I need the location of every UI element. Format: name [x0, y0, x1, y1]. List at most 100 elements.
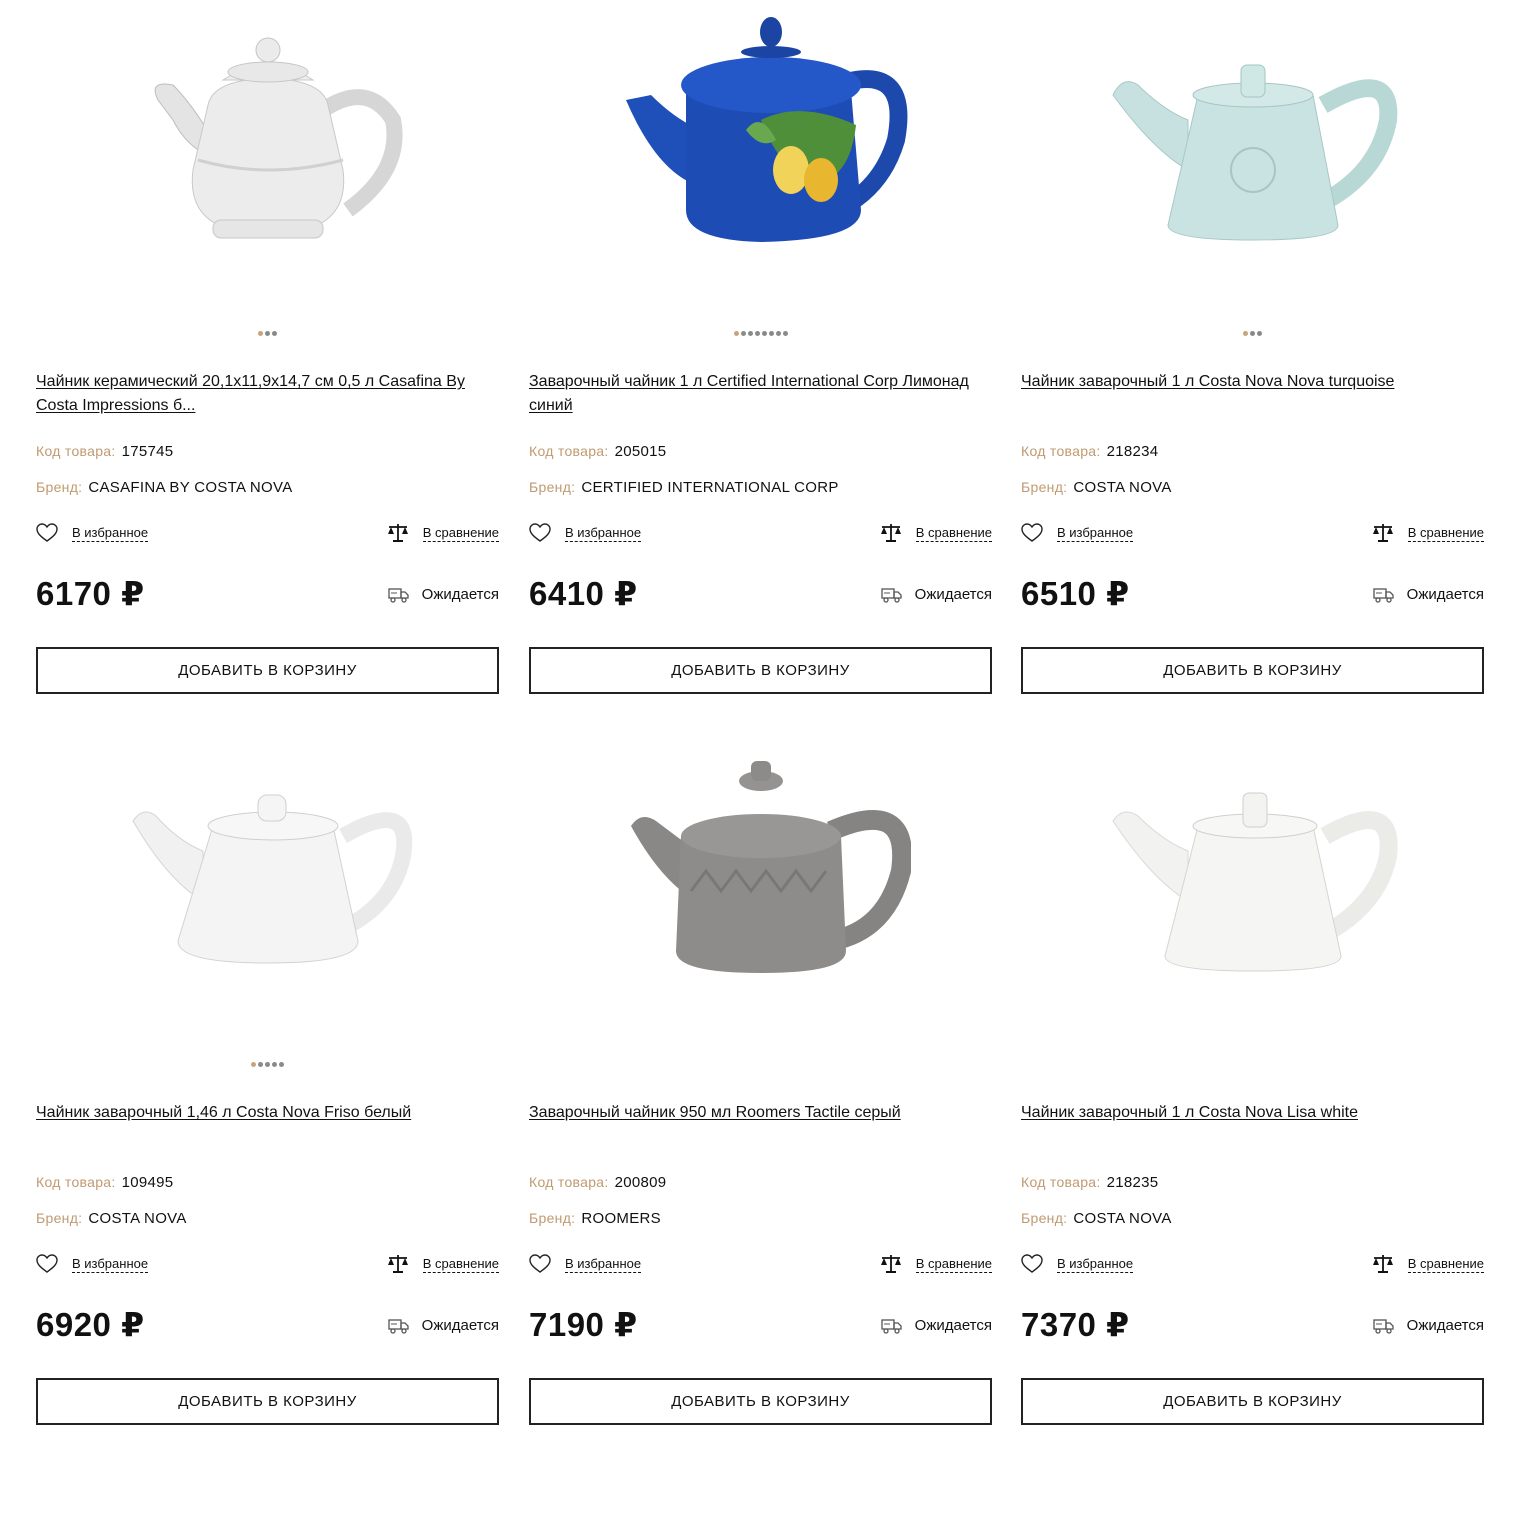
carousel-dot[interactable] — [1243, 331, 1248, 336]
compare-label: В сравнение — [422, 524, 499, 542]
product-code-label: Код товара: — [36, 443, 116, 459]
add-to-compare-button[interactable]: В сравнение — [387, 523, 499, 543]
add-to-compare-button[interactable]: В сравнение — [387, 1254, 499, 1274]
carousel-dot[interactable] — [251, 1062, 256, 1067]
product-brand-row: Бренд: CASAFINA BY COSTA NOVA — [36, 479, 499, 496]
product-code-row: Код товара: 109495 — [36, 1174, 499, 1191]
add-to-compare-button[interactable]: В сравнение — [1372, 1254, 1484, 1274]
product-code-value: 200809 — [614, 1174, 667, 1191]
add-to-cart-button[interactable]: ДОБАВИТЬ В КОРЗИНУ — [36, 1378, 499, 1425]
product-code-row: Код товара: 205015 — [529, 443, 992, 460]
availability-label: Ожидается — [914, 586, 992, 603]
carousel-dot[interactable] — [754, 331, 760, 336]
product-title: Чайник заварочный 1,46 л Costa Nova Fris… — [36, 1101, 499, 1125]
carousel-dot[interactable] — [272, 331, 277, 336]
favorites-label: В избранное — [1057, 1255, 1134, 1273]
compare-label: В сравнение — [915, 1255, 992, 1273]
carousel-dot[interactable] — [265, 331, 270, 336]
image-carousel-dots[interactable] — [529, 331, 992, 339]
product-actions: В избранное В сравнение — [529, 1254, 992, 1278]
carousel-dot[interactable] — [1250, 331, 1255, 336]
add-to-favorites-button[interactable]: В избранное — [36, 1254, 149, 1274]
carousel-dot[interactable] — [782, 331, 788, 336]
image-carousel-dots[interactable] — [529, 1062, 992, 1070]
carousel-dot[interactable] — [279, 1062, 284, 1067]
product-code-label: Код товара: — [1021, 443, 1101, 459]
availability-status: Ожидается — [881, 586, 992, 603]
product-actions: В избранное В сравнение — [36, 1254, 499, 1278]
availability-status: Ожидается — [388, 1317, 499, 1334]
product-title-link[interactable]: Чайник заварочный 1,46 л Costa Nova Fris… — [36, 1104, 411, 1121]
add-to-favorites-button[interactable]: В избранное — [1021, 523, 1134, 543]
availability-status: Ожидается — [388, 586, 499, 603]
image-carousel-dots[interactable] — [1021, 331, 1484, 339]
product-image-white-lisa-teapot[interactable] — [1021, 731, 1484, 1031]
product-brand-label: Бренд: — [1021, 1210, 1068, 1226]
add-to-favorites-button[interactable]: В избранное — [1021, 1254, 1134, 1274]
product-brand-value: COSTA NOVA — [88, 1210, 187, 1227]
add-to-cart-button[interactable]: ДОБАВИТЬ В КОРЗИНУ — [1021, 647, 1484, 694]
product-title-link[interactable]: Заварочный чайник 1 л Certified Internat… — [529, 373, 969, 414]
product-code-value: 175745 — [121, 443, 174, 460]
carousel-dot[interactable] — [258, 331, 263, 336]
add-to-favorites-button[interactable]: В избранное — [36, 523, 149, 543]
product-title-link[interactable]: Чайник керамический 20,1х11,9х14,7 см 0,… — [36, 373, 465, 414]
carousel-dot[interactable] — [265, 1062, 270, 1067]
product-actions: В избранное В сравнение — [529, 523, 992, 547]
heart-icon — [529, 523, 551, 543]
product-actions: В избранное В сравнение — [36, 523, 499, 547]
product-image-turquoise-teapot[interactable] — [1021, 0, 1484, 300]
product-brand-value: COSTA NOVA — [1073, 479, 1172, 496]
add-to-compare-button[interactable]: В сравнение — [880, 1254, 992, 1274]
image-carousel-dots[interactable] — [36, 1062, 499, 1070]
product-title-link[interactable]: Заварочный чайник 950 мл Roomers Tactile… — [529, 1104, 901, 1121]
product-actions: В избранное В сравнение — [1021, 1254, 1484, 1278]
favorites-label: В избранное — [1057, 524, 1134, 542]
add-to-cart-button[interactable]: ДОБАВИТЬ В КОРЗИНУ — [529, 1378, 992, 1425]
add-to-compare-button[interactable]: В сравнение — [1372, 523, 1484, 543]
product-code-value: 218235 — [1106, 1174, 1159, 1191]
compare-label: В сравнение — [422, 1255, 499, 1273]
add-to-cart-button[interactable]: ДОБАВИТЬ В КОРЗИНУ — [36, 647, 499, 694]
carousel-dot[interactable] — [258, 1062, 263, 1067]
product-brand-row: Бренд: CERTIFIED INTERNATIONAL CORP — [529, 479, 992, 496]
carousel-dot[interactable] — [272, 1062, 277, 1067]
carousel-dot[interactable] — [775, 331, 781, 336]
carousel-dot[interactable] — [733, 331, 739, 336]
carousel-dot[interactable] — [740, 331, 746, 336]
heart-icon — [36, 1254, 58, 1274]
product-price: 6920 ₽ — [36, 1306, 145, 1343]
image-carousel-dots[interactable] — [36, 331, 499, 339]
product-image-blue-lemon-teapot[interactable] — [529, 0, 992, 300]
product-brand-value: CASAFINA BY COSTA NOVA — [88, 479, 293, 496]
product-title-link[interactable]: Чайник заварочный 1 л Costa Nova Lisa wh… — [1021, 1104, 1358, 1121]
add-to-compare-button[interactable]: В сравнение — [880, 523, 992, 543]
availability-label: Ожидается — [1406, 586, 1484, 603]
add-to-favorites-button[interactable]: В избранное — [529, 523, 642, 543]
product-code-row: Код товара: 218235 — [1021, 1174, 1484, 1191]
product-title: Чайник заварочный 1 л Costa Nova Lisa wh… — [1021, 1101, 1484, 1125]
product-image-white-friso-teapot[interactable] — [36, 731, 499, 1031]
product-price: 6410 ₽ — [529, 575, 638, 612]
carousel-dot[interactable] — [768, 331, 774, 336]
image-carousel-dots[interactable] — [1021, 1062, 1484, 1070]
product-brand-label: Бренд: — [529, 479, 576, 495]
truck-icon — [1373, 1318, 1395, 1334]
product-title: Чайник заварочный 1 л Costa Nova Nova tu… — [1021, 370, 1484, 394]
product-image-white-ornate-teapot[interactable] — [36, 0, 499, 300]
carousel-dot[interactable] — [761, 331, 767, 336]
scales-icon — [880, 1254, 902, 1274]
add-to-cart-button[interactable]: ДОБАВИТЬ В КОРЗИНУ — [529, 647, 992, 694]
scales-icon — [1372, 523, 1394, 543]
product-brand-row: Бренд: ROOMERS — [529, 1210, 992, 1227]
product-image-grey-tactile-teapot[interactable] — [529, 731, 992, 1031]
add-to-favorites-button[interactable]: В избранное — [529, 1254, 642, 1274]
add-to-cart-button[interactable]: ДОБАВИТЬ В КОРЗИНУ — [1021, 1378, 1484, 1425]
product-title: Заварочный чайник 1 л Certified Internat… — [529, 370, 992, 418]
carousel-dot[interactable] — [1257, 331, 1262, 336]
product-code-value: 205015 — [614, 443, 667, 460]
product-brand-value: COSTA NOVA — [1073, 1210, 1172, 1227]
product-code-row: Код товара: 175745 — [36, 443, 499, 460]
product-title-link[interactable]: Чайник заварочный 1 л Costa Nova Nova tu… — [1021, 373, 1394, 390]
carousel-dot[interactable] — [747, 331, 753, 336]
